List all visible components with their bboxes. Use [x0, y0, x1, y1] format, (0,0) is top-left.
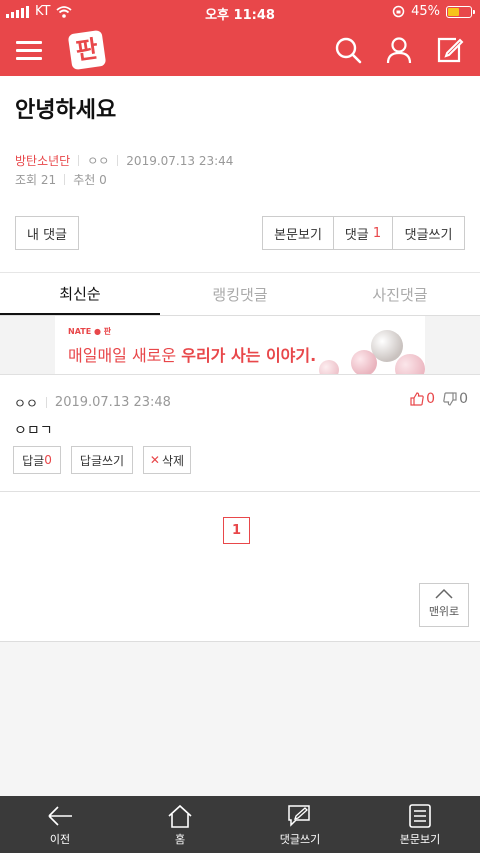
pearl-image [395, 354, 425, 374]
divider [78, 155, 80, 166]
tab-photo-comments[interactable]: 사진댓글 [320, 273, 480, 315]
app-header: 판 [0, 24, 480, 76]
comment-body: ㅇㅁㄱ [14, 423, 53, 439]
rotation-lock-icon [392, 5, 405, 18]
view-post-button[interactable]: 본문보기 [263, 217, 334, 249]
reply-button[interactable]: 답글 0 [13, 446, 61, 474]
divider [64, 174, 66, 185]
search-icon[interactable] [334, 36, 362, 64]
comment-datetime: 2019.07.13 23:48 [54, 395, 171, 410]
divider [45, 397, 47, 408]
tab-latest[interactable]: 최신순 [0, 273, 160, 315]
comment-votes: 0 0 [410, 391, 468, 407]
nav-home-label: 홈 [174, 833, 186, 846]
menu-icon[interactable] [16, 38, 44, 62]
divider [0, 491, 480, 492]
pann-logo[interactable]: 판 [67, 29, 107, 71]
tab-ranking-comments[interactable]: 랭킹댓글 [160, 273, 320, 315]
ad-banner[interactable]: NATE ● 판 매일매일 새로운 우리가 사는 이야기. [55, 316, 425, 374]
battery-percent: 45% [411, 4, 440, 19]
like-button[interactable]: 0 [410, 391, 435, 407]
home-icon [168, 804, 192, 828]
document-icon [409, 804, 431, 828]
delete-label: 삭제 [161, 453, 185, 468]
post-stats: 조회 21 추천 0 [15, 171, 107, 188]
comment-nickname: ㅇㅇ [14, 397, 38, 412]
thumbs-down-icon [443, 392, 457, 406]
comment-write-icon [288, 805, 310, 827]
page-number-current[interactable]: 1 [223, 517, 250, 544]
write-icon[interactable] [436, 36, 464, 64]
bottom-nav: 이전 홈 댓글쓰기 본문보기 [0, 796, 480, 853]
write-comment-button[interactable]: 댓글쓰기 [393, 217, 464, 249]
to-top-label: 맨위로 [428, 605, 460, 618]
delete-button[interactable]: ✕ 삭제 [143, 446, 191, 474]
my-comments-button[interactable]: 내 댓글 [15, 216, 79, 250]
nav-view-post[interactable]: 본문보기 [360, 796, 480, 853]
post-meta: 방탄소년단 ㅇㅇ 2019.07.13 23:44 [15, 152, 233, 169]
battery-icon [446, 5, 475, 18]
dislike-count: 0 [459, 391, 468, 407]
views-count: 21 [40, 172, 57, 187]
comment-meta: ㅇㅇ 2019.07.13 23:48 [14, 393, 171, 412]
status-bar: KT 오후 11:48 45% [0, 0, 480, 24]
nav-home[interactable]: 홈 [120, 796, 240, 853]
battery-fill [448, 7, 459, 16]
to-top-button[interactable]: 맨위로 [419, 583, 469, 627]
nav-back[interactable]: 이전 [0, 796, 120, 853]
comments-label: 댓글 [344, 227, 369, 243]
write-reply-button[interactable]: 답글쓰기 [71, 446, 133, 474]
divider [0, 374, 480, 375]
reply-count: 0 [44, 453, 52, 467]
post-title: 안녕하세요 [15, 98, 117, 123]
divider [117, 155, 119, 166]
post-action-group: 본문보기 댓글 1 댓글쓰기 [262, 216, 465, 250]
banner-brand: NATE ● 판 [68, 327, 112, 336]
like-count: 0 [426, 391, 436, 407]
reply-label: 답글 [22, 453, 45, 468]
recommend-count: 0 [99, 172, 107, 187]
footer-space [0, 641, 480, 796]
comments-count: 1 [372, 225, 382, 241]
chevron-up-icon [435, 588, 453, 599]
post-nickname: ㅇㅇ [87, 154, 110, 168]
pearl-image [319, 360, 339, 374]
nav-write-comment-label: 댓글쓰기 [279, 833, 321, 846]
dislike-button[interactable]: 0 [443, 391, 468, 407]
post-datetime: 2019.07.13 23:44 [126, 153, 234, 168]
comments-button[interactable]: 댓글 1 [334, 217, 393, 249]
nav-write-comment[interactable]: 댓글쓰기 [240, 796, 360, 853]
back-arrow-icon [48, 806, 72, 826]
pearl-image [351, 350, 377, 374]
thumbs-up-icon [410, 392, 424, 406]
views-label: 조회 [15, 173, 38, 187]
post-author[interactable]: 방탄소년단 [15, 152, 70, 169]
banner-text: 매일매일 새로운 우리가 사는 이야기. [68, 346, 317, 365]
recommend-label: 추천 [73, 173, 96, 187]
close-icon: ✕ [149, 453, 160, 467]
nav-view-post-label: 본문보기 [399, 833, 441, 846]
nav-back-label: 이전 [49, 833, 71, 846]
user-icon[interactable] [385, 36, 413, 64]
